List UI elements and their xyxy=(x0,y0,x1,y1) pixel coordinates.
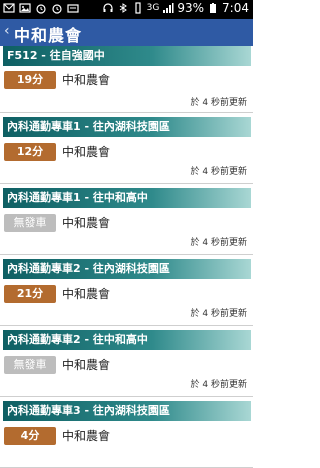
route-name: 內科通勤專車1 - 往內湖科技園區 xyxy=(3,117,251,137)
alarm-icon-2 xyxy=(52,4,62,14)
stop-name: 中和農會 xyxy=(62,358,111,372)
stop-name: 中和農會 xyxy=(62,216,111,230)
app-title-bar: ‹ 中和農會 xyxy=(0,19,253,46)
keyboard-icon xyxy=(67,4,79,13)
headset-icon xyxy=(103,3,113,12)
signal-icon xyxy=(163,3,174,13)
stop-name: 中和農會 xyxy=(62,73,111,87)
image-icon xyxy=(19,3,31,13)
system-status: 3G 93% 7:04 xyxy=(102,1,249,15)
route-name: 內科通勤專車3 - 往內湖科技園區 xyxy=(3,401,251,421)
stop-name: 中和農會 xyxy=(62,287,111,301)
list-item[interactable]: 內科通勤專車2 - 往中和高中 無發車 中和農會 於 4 秒前更新 xyxy=(0,326,253,397)
list-item[interactable]: 內科通勤專車3 - 往內湖科技園區 4分 中和農會 xyxy=(0,397,253,468)
route-name: 內科通勤專車2 - 往中和高中 xyxy=(3,330,251,350)
bluetooth-icon xyxy=(119,3,127,13)
eta-badge: 4分 xyxy=(4,427,56,445)
page-title: 中和農會 xyxy=(14,26,83,45)
stop-name: 中和農會 xyxy=(62,429,111,443)
list-item[interactable]: F512 - 往自強國中 19分 中和農會 於 4 秒前更新 xyxy=(0,46,253,113)
list-item[interactable]: 內科通勤專車2 - 往內湖科技園區 21分 中和農會 於 4 秒前更新 xyxy=(0,255,253,326)
route-name: 內科通勤專車1 - 往中和高中 xyxy=(3,188,251,208)
back-chevron-icon[interactable]: ‹ xyxy=(4,23,10,39)
battery-percent: 93% xyxy=(177,1,205,15)
alarm-icon xyxy=(36,4,46,14)
vibrate-icon xyxy=(135,2,141,14)
battery-icon xyxy=(210,3,217,13)
route-name: F512 - 往自強國中 xyxy=(3,46,251,66)
update-time: 於 4 秒前更新 xyxy=(190,167,247,177)
clock: 7:04 xyxy=(222,1,249,15)
update-time: 於 4 秒前更新 xyxy=(190,380,247,390)
eta-badge: 12分 xyxy=(4,143,56,161)
update-time: 於 4 秒前更新 xyxy=(190,98,247,108)
eta-badge: 19分 xyxy=(4,71,56,89)
eta-badge: 21分 xyxy=(4,285,56,303)
list-item[interactable]: 內科通勤專車1 - 往中和高中 無發車 中和農會 於 4 秒前更新 xyxy=(0,184,253,255)
update-time: 於 4 秒前更新 xyxy=(190,309,247,319)
stop-name: 中和農會 xyxy=(62,145,111,159)
route-name: 內科通勤專車2 - 往內湖科技園區 xyxy=(3,259,251,279)
eta-badge: 無發車 xyxy=(4,356,56,374)
notification-icons xyxy=(3,2,79,14)
eta-badge: 無發車 xyxy=(4,214,56,232)
network-type: 3G xyxy=(146,3,160,13)
status-bar: 3G 93% 7:04 xyxy=(0,0,253,19)
message-icon xyxy=(3,3,15,13)
list-item[interactable]: 內科通勤專車1 - 往內湖科技園區 12分 中和農會 於 4 秒前更新 xyxy=(0,113,253,184)
update-time: 於 4 秒前更新 xyxy=(190,238,247,248)
arrival-list: F512 - 往自強國中 19分 中和農會 於 4 秒前更新 內科通勤專車1 -… xyxy=(0,46,253,468)
